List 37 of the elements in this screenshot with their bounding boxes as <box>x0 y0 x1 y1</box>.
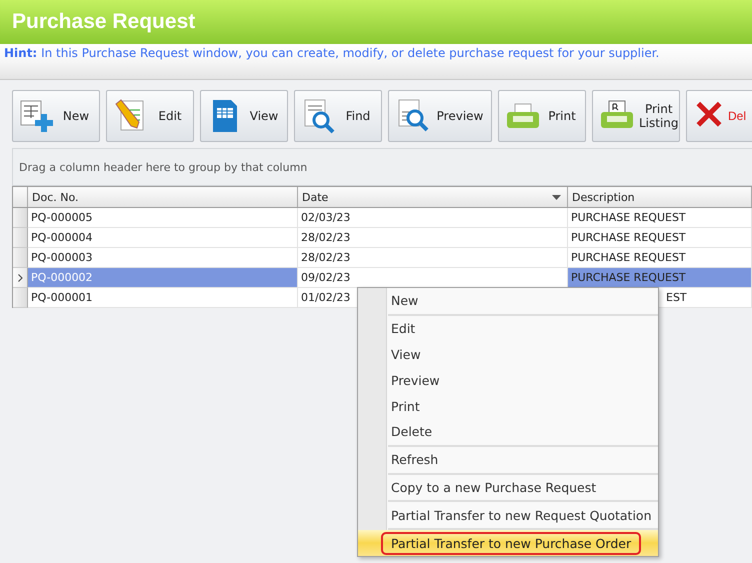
toolbar-button[interactable]: View <box>200 90 288 142</box>
menu-item[interactable]: Partial Transfer to new Purchase Order <box>358 530 658 556</box>
menu-item[interactable]: Preview <box>358 367 658 394</box>
menu-item[interactable]: Delete <box>358 418 658 445</box>
menu-item[interactable]: Copy to a new Purchase Request <box>358 474 658 500</box>
group-hint: Drag a column header here to group by that column <box>19 160 308 174</box>
table-cell: PURCHASE REQUEST <box>568 268 752 288</box>
toolbar-button[interactable]: Print Listing <box>592 90 680 142</box>
table-cell: PQ-000002 <box>28 268 298 288</box>
row-indicator[interactable] <box>13 268 28 288</box>
table-cell: 28/02/23 <box>298 248 568 268</box>
toolbar-button[interactable]: New <box>12 90 100 142</box>
toolbar-button[interactable]: Preview <box>388 90 492 142</box>
table-cell: 02/03/23 <box>298 208 568 228</box>
table-cell: PURCHASE REQUEST <box>568 208 752 228</box>
chevron-icon <box>18 274 22 282</box>
table-cell: 28/02/23 <box>298 228 568 248</box>
column-header[interactable]: Date <box>298 187 568 207</box>
sort-arrow-icon <box>552 194 561 200</box>
toolbar-button[interactable]: Edit <box>106 90 194 142</box>
table-cell: PURCHASE REQUEST <box>568 228 752 248</box>
menu-item[interactable]: Print <box>358 393 658 419</box>
table-cell: PQ-000001 <box>28 288 298 308</box>
hint-text: Hint: In this Purchase Request window, you can create, modify, or delete purchase request for your supplier. <box>4 46 660 60</box>
table-cell: PQ-000004 <box>28 228 298 248</box>
column-header[interactable]: Doc. No. <box>28 187 298 207</box>
new-document-icon <box>19 98 55 134</box>
column-header[interactable]: Description <box>568 187 752 207</box>
table-cell: PQ-000005 <box>28 208 298 228</box>
menu-item[interactable]: Refresh <box>358 446 658 473</box>
toolbar-button[interactable]: Print <box>498 90 586 142</box>
toolbar-button[interactable]: Del <box>686 90 752 142</box>
menu-item[interactable]: View <box>358 342 658 368</box>
menu-item[interactable]: Partial Transfer to new Request Quotation <box>358 502 658 528</box>
menu-item[interactable]: Edit <box>358 316 658 342</box>
toolbar-button[interactable]: Find <box>294 90 382 142</box>
window-title: Purchase Request <box>12 10 196 34</box>
